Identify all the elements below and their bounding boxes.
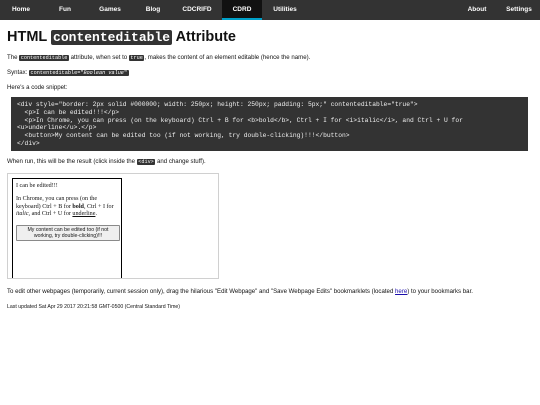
nav-blog[interactable]: Blog [134,0,172,20]
syntax-code-value: Boolean value [83,70,124,76]
top-nav-bar: Home Fun Games Blog CDCRIFD CDRD Utiliti… [0,0,540,20]
code-line: </div> [17,139,40,147]
editable-demo-div[interactable]: I can be edited!!! In Chrome, you can pr… [12,178,122,278]
intro-text-mid: attribute, when set to [70,54,128,61]
demo-italic-text: italic [16,211,29,218]
demo-bold-text: bold [72,203,84,210]
nav-utilities[interactable]: Utilities [264,0,306,20]
result-note-pre: When run, this will be the result (click… [7,158,136,165]
bookmarklet-note-pre: To edit other webpages (temporarily, cur… [7,288,394,295]
demo-text: . [95,211,97,218]
nav-cdcrifd[interactable]: CDCRIFD [174,0,220,20]
last-updated: Last updated Sat Apr 29 2017 20:21:58 GM… [7,304,181,310]
bookmarklet-note: To edit other webpages (temporarily, cur… [7,288,473,295]
nav-fun[interactable]: Fun [44,0,86,20]
nav-settings[interactable]: Settings [498,0,540,20]
intro-code-attr: contenteditable [19,55,69,61]
demo-paragraph-1[interactable]: I can be edited!!! [16,183,118,190]
syntax-label: Syntax: [7,69,28,76]
code-line: <button>My content can be edited too (if… [17,132,350,140]
demo-result-frame: I can be edited!!! In Chrome, you can pr… [7,173,219,279]
snippet-label: Here's a code snippet: [7,84,68,91]
nav-home[interactable]: Home [0,0,42,20]
title-suffix: Attribute [175,29,236,45]
intro-paragraph: The contenteditable attribute, when set … [7,54,310,61]
nav-games[interactable]: Games [88,0,132,20]
intro-text-pre: The [7,54,18,61]
result-note-code: <div> [136,159,156,165]
demo-editable-button[interactable]: My content can be edited too (if not wor… [16,224,120,242]
nav-about[interactable]: About [458,0,496,20]
syntax-code: contenteditable="Boolean value" [29,70,129,76]
bookmarklet-note-post: ) to your bookmarks bar. [407,288,473,295]
title-prefix: HTML [7,29,48,45]
code-line: <u>underline</u>.</p> [17,124,97,132]
syntax-code-post: " [123,70,128,76]
nav-cdrd[interactable]: CDRD [222,0,262,20]
demo-text: , Ctrl + I for [83,203,114,210]
demo-underline-text: underline [72,211,96,218]
code-line: <div style="border: 2px solid #000000; w… [17,101,418,108]
intro-text-post: , makes the content of an element editab… [144,54,311,61]
demo-text: , and Ctrl + U for [28,211,73,218]
syntax-paragraph: Syntax: contenteditable="Boolean value" [7,69,129,76]
intro-code-true: true [128,55,145,61]
syntax-code-pre: contenteditable=" [30,70,84,76]
result-note: When run, this will be the result (click… [7,158,206,165]
title-code: contenteditable [51,30,173,45]
bookmarklets-link[interactable]: here [395,288,407,295]
demo-paragraph-2[interactable]: In Chrome, you can press (on the keyboar… [16,196,118,218]
result-note-post: and change stuff). [157,158,206,165]
code-line: <p>I can be edited!!!</p> [17,108,120,116]
page-title: HTML contenteditable Attribute [7,29,236,45]
code-line: <p>In Chrome, you can press (on the keyb… [17,116,463,124]
code-snippet-block: <div style="border: 2px solid #000000; w… [11,97,528,151]
